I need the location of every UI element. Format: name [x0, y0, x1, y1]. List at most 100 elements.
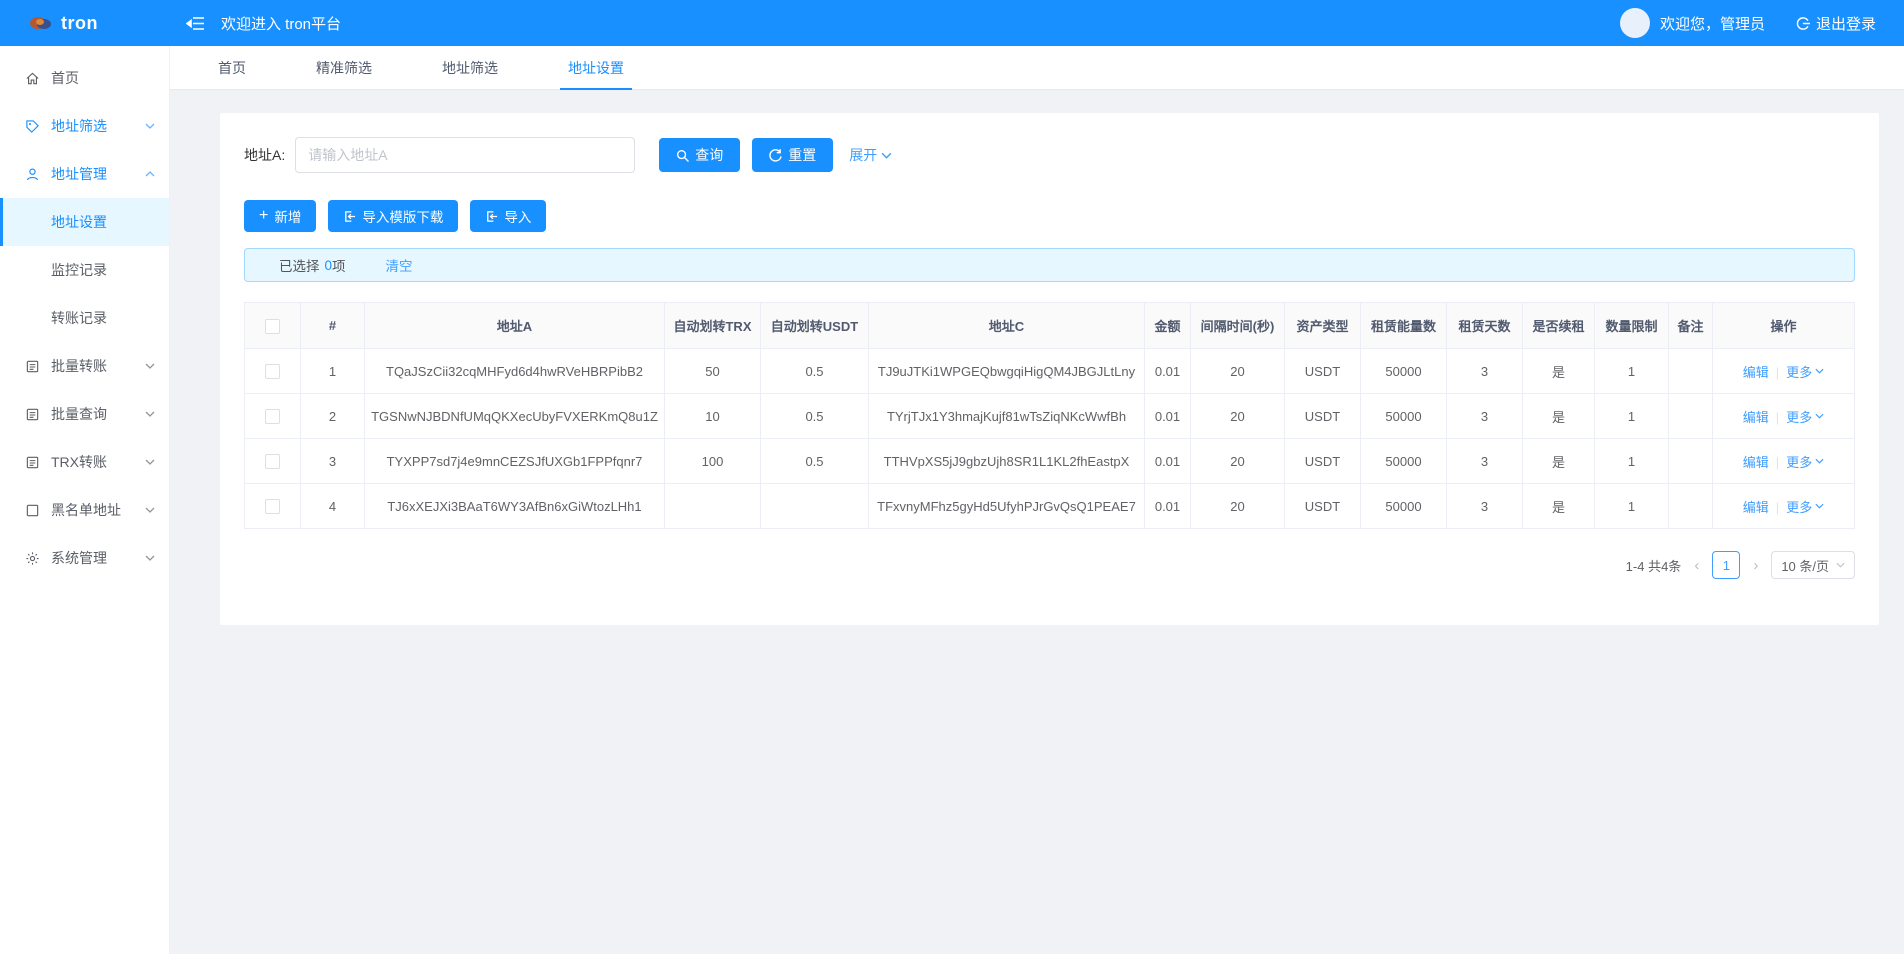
- tab-precise-filter[interactable]: 精准筛选: [308, 46, 380, 89]
- prev-page-button[interactable]: ‹: [1691, 557, 1702, 574]
- sidebar-subitem-address-settings[interactable]: 地址设置: [0, 198, 169, 246]
- address-c-cell: TTHVpXS5jJ9gbzUjh8SR1L1KL2fhEastpX: [869, 439, 1145, 484]
- add-button[interactable]: + 新增: [244, 200, 316, 232]
- edit-link[interactable]: 编辑: [1743, 365, 1769, 380]
- selection-unit: 项: [332, 255, 346, 275]
- table-row: 4 TJ6xXEJXi3BAaT6WY3AfBn6xGiWtozLHh1 TFx…: [245, 484, 1855, 529]
- top-header: tron 欢迎进入 tron平台 欢迎您，管理员 退出登录: [0, 0, 1904, 46]
- sidebar-item-label: 批量查询: [51, 404, 107, 424]
- row-checkbox[interactable]: [265, 409, 280, 424]
- reset-button[interactable]: 重置: [752, 138, 833, 172]
- address-a-input[interactable]: [295, 137, 635, 173]
- edit-link[interactable]: 编辑: [1743, 455, 1769, 470]
- sidebar-item-home[interactable]: 首页: [0, 54, 169, 102]
- address-a-cell: TJ6xXEJXi3BAaT6WY3AfBn6xGiWtozLHh1: [365, 484, 665, 529]
- tab-address-filter[interactable]: 地址筛选: [434, 46, 506, 89]
- sidebar-item-label: 地址筛选: [51, 116, 107, 136]
- sidebar-item-label: TRX转账: [51, 452, 107, 472]
- sidebar-item-label: 批量转账: [51, 356, 107, 376]
- import-template-download-button[interactable]: 导入模版下载: [328, 200, 458, 232]
- search-button[interactable]: 查询: [659, 138, 740, 172]
- logo-icon: [28, 14, 54, 32]
- page-size-select[interactable]: 10 条/页: [1771, 551, 1855, 579]
- chevron-down-icon: [145, 459, 155, 465]
- col-index: #: [301, 303, 365, 349]
- select-all-checkbox[interactable]: [265, 319, 280, 334]
- col-actions: 操作: [1713, 303, 1855, 349]
- tab-home[interactable]: 首页: [210, 46, 254, 89]
- page-number-button[interactable]: 1: [1712, 551, 1740, 579]
- sidebar: 首页 地址筛选 地址管理 地址设置 监控记录 转账记录: [0, 46, 170, 954]
- sidebar-item-address-filter[interactable]: 地址筛选: [0, 102, 169, 150]
- chevron-down-icon: [1836, 562, 1845, 568]
- import-button[interactable]: 导入: [470, 200, 546, 232]
- address-settings-panel: 地址A: 查询 重置 展开: [220, 113, 1879, 625]
- selection-count: 0: [325, 258, 333, 273]
- col-remark: 备注: [1669, 303, 1713, 349]
- import-icon: [343, 210, 356, 223]
- col-rent-energy: 租赁能量数: [1361, 303, 1447, 349]
- row-checkbox[interactable]: [265, 454, 280, 469]
- search-icon: [676, 149, 689, 162]
- user-greeting: 欢迎您，管理员: [1660, 13, 1765, 34]
- logo-text: tron: [61, 13, 98, 34]
- chevron-down-icon: [1815, 413, 1824, 419]
- expand-filters-link[interactable]: 展开: [849, 145, 892, 165]
- app-logo: tron: [0, 13, 170, 34]
- next-page-button[interactable]: ›: [1750, 557, 1761, 574]
- table-row: 2 TGSNwNJBDNfUMqQKXecUbyFVXERKmQ8u1Z 10 …: [245, 394, 1855, 439]
- row-checkbox[interactable]: [265, 364, 280, 379]
- address-a-cell: TQaJSzCii32cqMHFyd6d4hwRVeHBRPibB2: [365, 349, 665, 394]
- gear-icon: [24, 551, 40, 566]
- home-icon: [24, 71, 40, 86]
- col-renew: 是否续租: [1523, 303, 1595, 349]
- tag-icon: [24, 119, 40, 134]
- refresh-icon: [769, 149, 782, 162]
- sidebar-item-batch-transfer[interactable]: 批量转账: [0, 342, 169, 390]
- sidebar-item-system-management[interactable]: 系统管理: [0, 534, 169, 582]
- tab-address-settings[interactable]: 地址设置: [560, 46, 632, 89]
- chevron-down-icon: [1815, 368, 1824, 374]
- edit-link[interactable]: 编辑: [1743, 500, 1769, 515]
- address-c-cell: TJ9uJTKi1WPGEQbwgqiHigQM4JBGJLtLny: [869, 349, 1145, 394]
- col-qty-limit: 数量限制: [1595, 303, 1669, 349]
- selection-prefix: 已选择: [279, 255, 320, 275]
- sidebar-item-label: 系统管理: [51, 548, 107, 568]
- row-checkbox[interactable]: [265, 499, 280, 514]
- clear-selection-link[interactable]: 清空: [386, 255, 413, 275]
- sidebar-subitem-monitor-records[interactable]: 监控记录: [0, 246, 169, 294]
- sidebar-item-label: 黑名单地址: [51, 500, 121, 520]
- sidebar-item-blacklist[interactable]: 黑名单地址: [0, 486, 169, 534]
- address-a-cell: TYXPP7sd7j4e9mnCEZSJfUXGb1FPPfqnr7: [365, 439, 665, 484]
- sidebar-item-trx-transfer[interactable]: TRX转账: [0, 438, 169, 486]
- chevron-down-icon: [145, 555, 155, 561]
- address-settings-table: # 地址A 自动划转TRX 自动划转USDT 地址C 金额 间隔时间(秒) 资产…: [244, 302, 1855, 529]
- sidebar-collapse-icon[interactable]: [186, 16, 205, 31]
- import-icon: [485, 210, 498, 223]
- more-dropdown[interactable]: 更多: [1786, 497, 1824, 516]
- sidebar-item-address-management[interactable]: 地址管理: [0, 150, 169, 198]
- user-avatar[interactable]: [1620, 8, 1650, 38]
- sidebar-subitem-transfer-records[interactable]: 转账记录: [0, 294, 169, 342]
- address-a-label: 地址A:: [244, 145, 285, 165]
- chevron-down-icon: [145, 363, 155, 369]
- chevron-down-icon: [1815, 503, 1824, 509]
- col-interval: 间隔时间(秒): [1191, 303, 1285, 349]
- col-address-c: 地址C: [869, 303, 1145, 349]
- edit-link[interactable]: 编辑: [1743, 410, 1769, 425]
- address-c-cell: TFxvnyMFhz5gyHd5UfyhPJrGvQsQ1PEAE7: [869, 484, 1145, 529]
- pagination-total: 1-4 共4条: [1626, 556, 1682, 575]
- more-dropdown[interactable]: 更多: [1786, 362, 1824, 381]
- user-icon: [24, 167, 40, 182]
- more-dropdown[interactable]: 更多: [1786, 452, 1824, 471]
- sidebar-item-label: 首页: [51, 68, 79, 88]
- table-header-row: # 地址A 自动划转TRX 自动划转USDT 地址C 金额 间隔时间(秒) 资产…: [245, 303, 1855, 349]
- logout-button[interactable]: 退出登录: [1795, 13, 1876, 34]
- table-row: 1 TQaJSzCii32cqMHFyd6d4hwRVeHBRPibB2 50 …: [245, 349, 1855, 394]
- col-asset-type: 资产类型: [1285, 303, 1361, 349]
- sidebar-item-batch-query[interactable]: 批量查询: [0, 390, 169, 438]
- list-icon: [24, 455, 40, 470]
- more-dropdown[interactable]: 更多: [1786, 407, 1824, 426]
- col-address-a: 地址A: [365, 303, 665, 349]
- chevron-down-icon: [145, 507, 155, 513]
